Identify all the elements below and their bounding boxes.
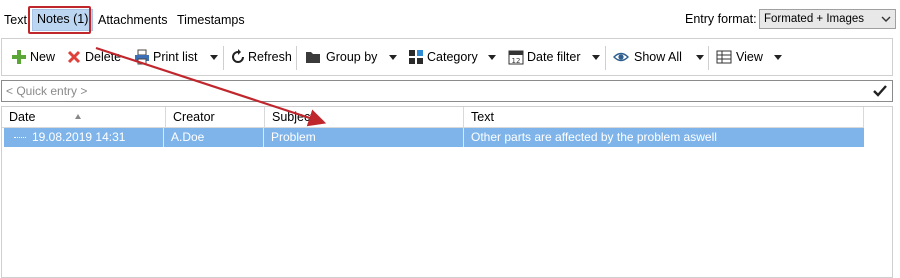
category-label: Category xyxy=(427,50,478,64)
view-dropdown-icon[interactable] xyxy=(774,55,782,60)
date-filter-button[interactable]: 12 Date filter xyxy=(508,39,604,75)
tab-timestamps[interactable]: Timestamps xyxy=(177,10,245,30)
sort-ascending-icon xyxy=(75,114,81,119)
refresh-button[interactable]: Refresh xyxy=(230,39,292,75)
print-list-label: Print list xyxy=(153,50,198,64)
show-all-dropdown-icon[interactable] xyxy=(696,55,704,60)
plus-icon xyxy=(12,50,26,64)
refresh-icon xyxy=(232,49,244,63)
entry-format-select[interactable]: Formated + Images xyxy=(759,9,896,29)
svg-text:12: 12 xyxy=(512,57,521,65)
tab-attachments[interactable]: Attachments xyxy=(98,10,167,30)
show-all-label: Show All xyxy=(634,50,682,64)
cell-text: Other parts are affected by the problem … xyxy=(471,130,717,144)
printer-icon xyxy=(135,49,149,65)
grid-header: Date Creator Subject Text xyxy=(2,107,864,128)
column-header-date[interactable]: Date xyxy=(2,107,166,127)
group-by-label: Group by xyxy=(326,50,378,64)
group-by-dropdown-icon[interactable] xyxy=(389,55,397,60)
toolbar-separator xyxy=(605,46,606,70)
delete-label: Delete xyxy=(85,50,122,64)
toolbar-separator xyxy=(708,46,709,70)
refresh-label: Refresh xyxy=(248,50,292,64)
category-dropdown-icon[interactable] xyxy=(488,55,496,60)
delete-x-icon xyxy=(67,50,81,64)
new-label: New xyxy=(30,50,56,64)
show-all-button[interactable]: Show All xyxy=(613,39,709,75)
cell-date: 19.08.2019 14:31 xyxy=(4,128,164,147)
tab-notes[interactable]: Notes (1) xyxy=(32,9,94,31)
entry-format-label: Entry format: xyxy=(685,12,757,26)
delete-button[interactable]: Delete xyxy=(66,39,126,75)
calendar-icon: 12 xyxy=(508,50,524,65)
entry-format-value: Formated + Images xyxy=(764,13,865,25)
new-button[interactable]: New xyxy=(11,39,59,75)
table-row[interactable]: 19.08.2019 14:31 A.Doe Problem Other par… xyxy=(4,128,864,147)
column-header-date-label: Date xyxy=(9,110,36,124)
category-button[interactable]: Category xyxy=(408,39,500,75)
print-list-button[interactable]: Print list xyxy=(134,39,224,75)
date-filter-label: Date filter xyxy=(527,50,581,64)
column-header-text[interactable]: Text xyxy=(464,107,864,127)
table-view-icon xyxy=(716,50,732,64)
toolbar-separator xyxy=(223,46,224,70)
tree-connector xyxy=(14,137,26,138)
quick-entry-input[interactable] xyxy=(6,83,856,99)
tab-text[interactable]: Text xyxy=(4,10,27,30)
column-header-creator[interactable]: Creator xyxy=(166,107,265,127)
folder-icon xyxy=(306,52,320,63)
cell-subject: Problem xyxy=(264,128,464,147)
toolbar: New Delete Print list Refresh Group by C… xyxy=(1,38,893,76)
view-button[interactable]: View xyxy=(716,39,786,75)
view-label: View xyxy=(736,50,763,64)
group-by-button[interactable]: Group by xyxy=(305,39,400,75)
quick-entry-box xyxy=(1,80,893,102)
checkmark-icon[interactable] xyxy=(873,84,887,98)
date-filter-dropdown-icon[interactable] xyxy=(592,55,600,60)
eye-icon xyxy=(613,52,629,62)
column-header-subject[interactable]: Subject xyxy=(265,107,464,127)
chevron-down-icon xyxy=(881,16,891,22)
notes-grid: Date Creator Subject Text 19.08.2019 14:… xyxy=(1,106,893,278)
cell-creator: A.Doe xyxy=(164,128,264,147)
print-list-dropdown-icon[interactable] xyxy=(210,55,218,60)
toolbar-separator xyxy=(296,46,297,70)
category-icon xyxy=(409,50,423,64)
cell-date-value: 19.08.2019 14:31 xyxy=(32,130,126,144)
